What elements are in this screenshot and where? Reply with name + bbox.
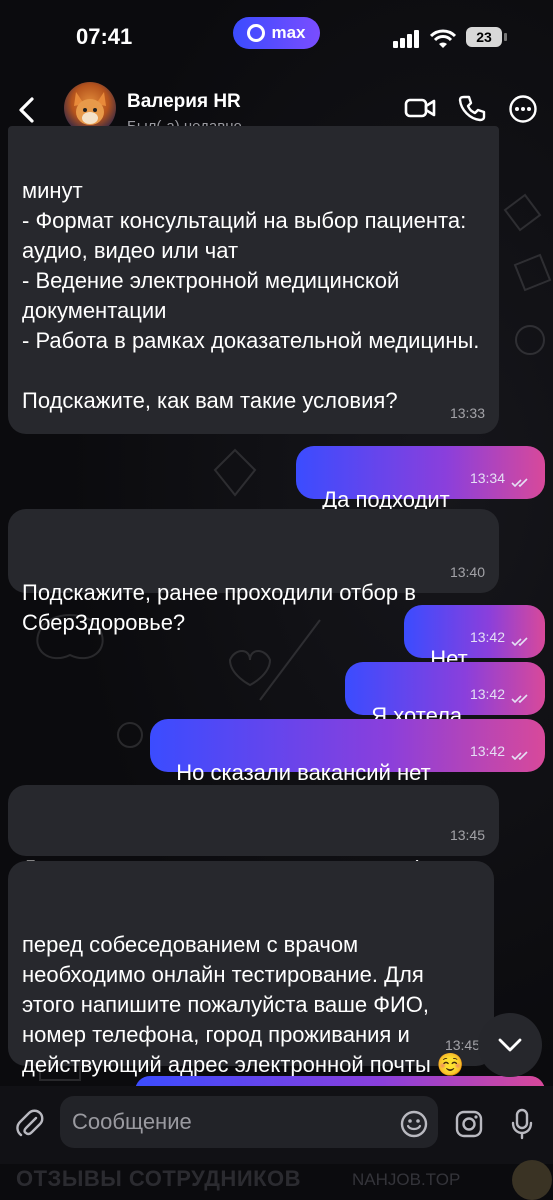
battery-level: 23: [466, 27, 502, 47]
contact-name[interactable]: Валерия HR: [127, 91, 241, 113]
message-bubble-incoming[interactable]: Подскажите, ранее проходили отбор в Сбер…: [8, 509, 499, 635]
message-text: минут - Формат консультаций на выбор пац…: [22, 178, 480, 413]
phone-icon[interactable]: [458, 94, 486, 122]
status-time: 07:41: [76, 24, 133, 49]
camera-icon[interactable]: [455, 1110, 483, 1138]
emoji-icon[interactable]: [400, 1110, 428, 1138]
status-bar: 07:41 max 23: [0, 0, 553, 76]
message-time: 13:33: [449, 405, 485, 421]
microphone-icon[interactable]: [510, 1108, 534, 1140]
message-time: 13:42: [469, 629, 505, 645]
battery-tip: [504, 33, 507, 41]
message-bubble-outgoing[interactable]: Я хотела 13:42: [345, 662, 545, 728]
chevron-left-icon[interactable]: [16, 96, 38, 124]
message-time: 13:34: [469, 470, 505, 486]
read-receipt-icon: [511, 637, 528, 647]
max-pill-label: max: [271, 23, 306, 42]
more-icon[interactable]: [508, 94, 538, 124]
message-text: Но сказали вакансий нет: [176, 760, 431, 785]
message-time: 13:42: [469, 686, 505, 702]
cellular-signal-icon: [393, 30, 419, 48]
message-time: 13:45: [449, 827, 485, 843]
video-call-icon[interactable]: [404, 94, 436, 122]
watermark-right: NAHJOB.TOP: [352, 1170, 461, 1189]
message-time: 13:45: [444, 1037, 480, 1053]
wifi-icon: [430, 29, 456, 48]
message-bubble-outgoing[interactable]: Но сказали вакансий нет 13:42: [150, 719, 545, 785]
message-bubble-incoming[interactable]: Да, они открылись только вчера вновь) 13…: [8, 785, 499, 881]
emoji-face-icon: [512, 1160, 552, 1200]
message-bubble-incoming[interactable]: минут - Формат консультаций на выбор пац…: [8, 126, 499, 434]
watermark-left: ОТЗЫВЫ СОТРУДНИКОВ: [16, 1166, 302, 1191]
scroll-down-button[interactable]: [478, 1013, 542, 1077]
chevron-down-icon: [498, 1038, 522, 1052]
max-logo-icon: [247, 24, 266, 42]
message-time: 13:42: [469, 743, 505, 759]
paperclip-icon[interactable]: [16, 1109, 44, 1139]
message-input[interactable]: [60, 1096, 438, 1148]
message-bubble-incoming[interactable]: перед собеседованием с врачом необходимо…: [8, 861, 494, 1077]
message-bubble-outgoing[interactable]: Да подходит 13:34: [296, 446, 545, 512]
read-receipt-icon: [511, 751, 528, 761]
message-text: перед собеседованием с врачом необходимо…: [22, 932, 465, 1077]
read-receipt-icon: [511, 478, 528, 488]
composer-bar: [0, 1086, 553, 1164]
message-bubble-outgoing[interactable]: Нет 13:42: [404, 605, 545, 671]
read-receipt-icon: [511, 694, 528, 704]
max-app-pill: max: [233, 17, 320, 49]
message-time: 13:40: [449, 564, 485, 580]
